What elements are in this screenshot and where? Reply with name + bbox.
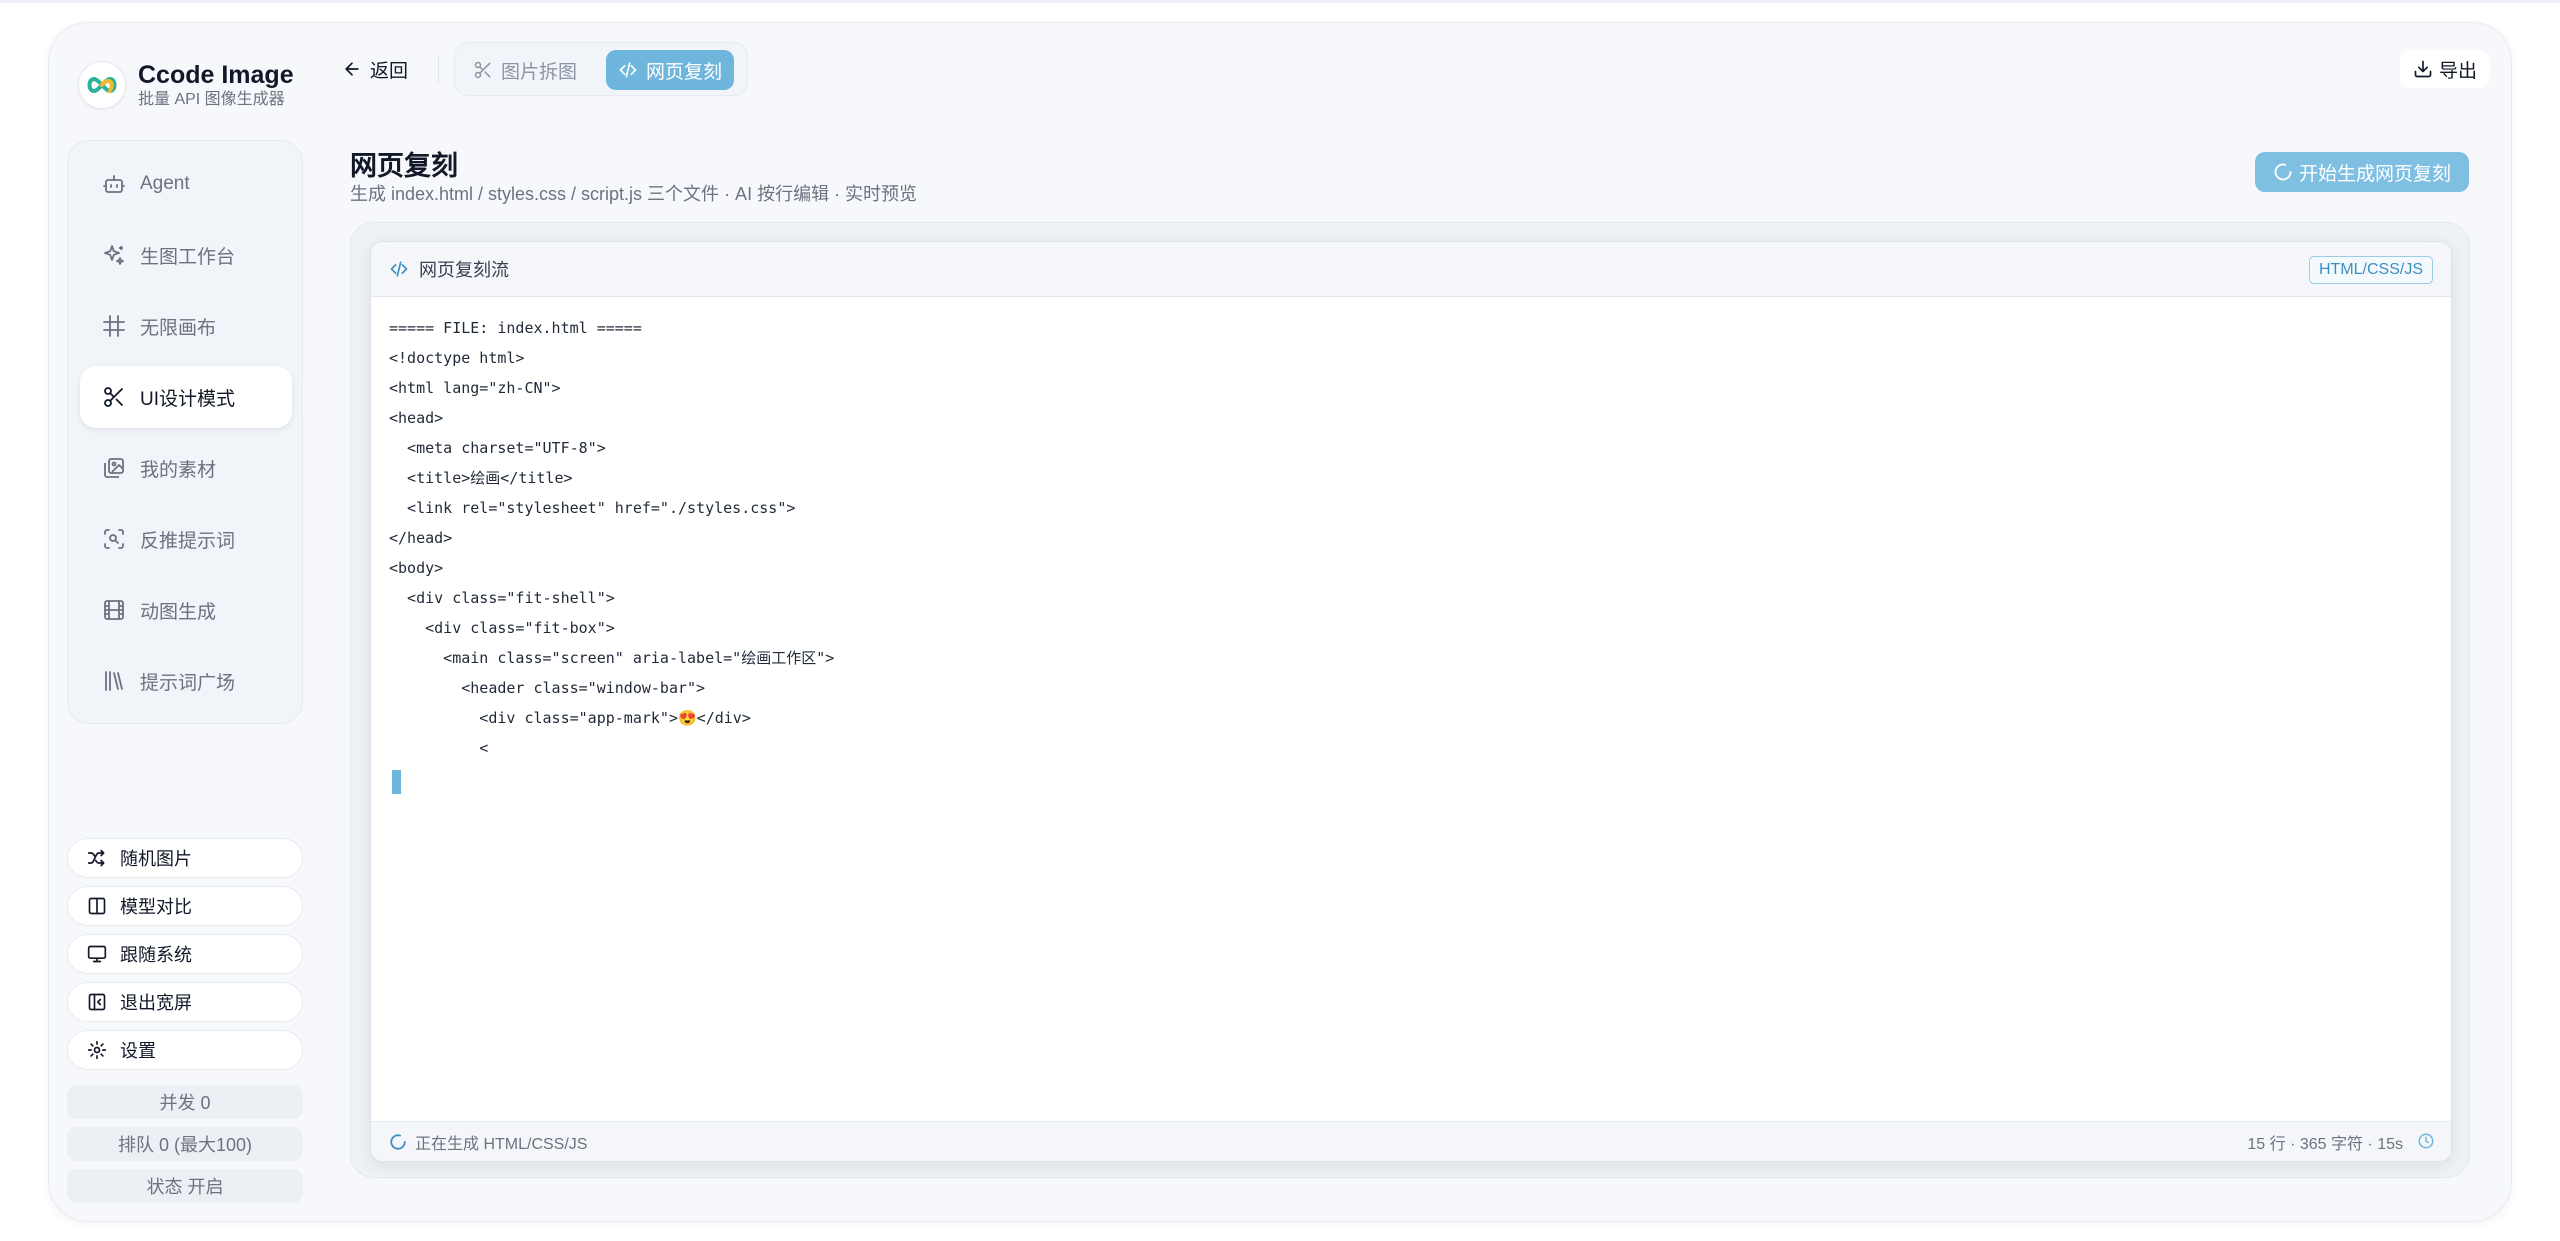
sidebar-item-reverse-prompt[interactable]: 反推提示词 [80, 508, 292, 570]
editor-footer: 正在生成 HTML/CSS/JS 15 行 · 365 字符 · 15s [371, 1121, 2451, 1161]
tab-web-replicate[interactable]: 网页复刻 [606, 50, 735, 90]
format-badge: HTML/CSS/JS [2308, 256, 2433, 284]
top-edge-line [0, 0, 2560, 3]
sidebar-item-generate-workbench[interactable]: 生图工作台 [80, 224, 292, 286]
tab-label: 网页复刻 [646, 61, 723, 83]
arrow-left-icon [342, 59, 362, 79]
code-stream-panel: 网页复刻流 HTML/CSS/JS ===== FILE: index.html… [370, 241, 2452, 1162]
tab-image-split[interactable]: 图片拆图 [461, 50, 589, 90]
follow-system-button[interactable]: 跟随系统 [67, 934, 303, 974]
start-generate-label: 开始生成网页复刻 [2298, 163, 2451, 185]
columns-icon [86, 895, 108, 917]
sidebar-item-agent[interactable]: Agent [80, 153, 292, 215]
typing-cursor [392, 770, 401, 794]
code-line: <head> [389, 409, 444, 427]
editor-header: 网页复刻流 HTML/CSS/JS [371, 242, 2451, 297]
sidebar-nav: Agent 生图工作台 无限画布 UI设计模式 我的素材 反推提示词 动图生成 … [67, 140, 303, 724]
scissors-icon [100, 383, 128, 411]
random-image-button[interactable]: 随机图片 [67, 838, 303, 878]
loading-spinner-icon [389, 1133, 407, 1151]
code-line: <div class="app-mark">😍</div> [389, 709, 751, 727]
exit-widescreen-label: 退出宽屏 [120, 993, 192, 1013]
code-line: <html lang="zh-CN"> [389, 379, 561, 397]
scissors-icon [473, 60, 493, 80]
queue-status: 排队 0 (最大100) [67, 1127, 303, 1161]
stream-stats: 15 行 · 365 字符 · 15s [2247, 1135, 2403, 1153]
page-subtitle: 生成 index.html / styles.css / script.js 三… [350, 184, 918, 204]
divider [438, 55, 439, 83]
mode-switch: 图片拆图 网页复刻 [454, 42, 748, 96]
code-line: ===== FILE: index.html ===== [389, 319, 642, 337]
image-stack-icon [100, 454, 128, 482]
code-output[interactable]: ===== FILE: index.html ===== <!doctype h… [389, 313, 2433, 763]
back-button[interactable]: 返回 [342, 52, 408, 86]
sidebar-item-infinite-canvas[interactable]: 无限画布 [80, 295, 292, 357]
model-compare-button[interactable]: 模型对比 [67, 886, 303, 926]
sidebar-item-label: 生图工作台 [140, 246, 236, 268]
sidebar-item-label: 无限画布 [140, 317, 217, 339]
state-status: 状态 开启 [67, 1169, 303, 1203]
code-icon [618, 60, 638, 80]
download-icon [2413, 59, 2433, 79]
sidebar-item-label: 我的素材 [140, 459, 217, 481]
model-compare-label: 模型对比 [120, 897, 192, 917]
sparkles-icon [100, 241, 128, 269]
panel-collapse-icon [86, 991, 108, 1013]
film-icon [100, 596, 128, 624]
code-icon [389, 259, 409, 279]
monitor-icon [86, 943, 108, 965]
clock-icon [2417, 1132, 2435, 1150]
app-title: Ccode Image [138, 61, 294, 89]
robot-icon [100, 170, 128, 198]
export-label: 导出 [2438, 60, 2477, 82]
follow-system-label: 跟随系统 [120, 945, 192, 965]
gear-icon [86, 1039, 108, 1061]
sidebar-item-animation[interactable]: 动图生成 [80, 579, 292, 641]
editor-title: 网页复刻流 [419, 260, 509, 280]
start-generate-button[interactable]: 开始生成网页复刻 [2255, 152, 2469, 192]
code-line: <meta charset="UTF-8"> [389, 439, 606, 457]
sidebar-item-label: UI设计模式 [140, 388, 236, 410]
sidebar-item-label: 提示词广场 [140, 672, 236, 694]
code-line: <div class="fit-box"> [389, 619, 615, 637]
code-line: <div class="fit-shell"> [389, 589, 615, 607]
code-line: <title>绘画</title> [389, 469, 573, 487]
settings-button[interactable]: 设置 [67, 1030, 303, 1070]
sidebar-item-label: 反推提示词 [140, 530, 236, 552]
sidebar-item-label: 动图生成 [140, 601, 217, 623]
code-line: < [389, 739, 489, 757]
app-subtitle: 批量 API 图像生成器 [138, 91, 285, 108]
code-line: <body> [389, 559, 444, 577]
tab-label: 图片拆图 [501, 61, 578, 83]
loading-spinner-icon [2273, 162, 2293, 182]
sidebar-item-prompt-square[interactable]: 提示词广场 [80, 650, 292, 712]
brand: Ccode Image 批量 API 图像生成器 [78, 58, 294, 112]
generation-status: 正在生成 HTML/CSS/JS [415, 1135, 588, 1153]
sidebar-item-my-assets[interactable]: 我的素材 [80, 437, 292, 499]
settings-label: 设置 [120, 1041, 156, 1061]
page-title: 网页复刻 [350, 151, 458, 181]
sidebar-item-label: Agent [140, 173, 190, 194]
code-line: <header class="window-bar"> [389, 679, 706, 697]
code-line: <!doctype html> [389, 349, 525, 367]
shuffle-icon [86, 847, 108, 869]
library-icon [100, 667, 128, 695]
random-image-label: 随机图片 [120, 849, 192, 869]
code-line: <main class="screen" aria-label="绘画工作区"> [389, 649, 835, 667]
infinity-logo-icon [78, 61, 126, 109]
exit-widescreen-button[interactable]: 退出宽屏 [67, 982, 303, 1022]
back-label: 返回 [370, 60, 409, 82]
export-button[interactable]: 导出 [2400, 50, 2490, 88]
scan-search-icon [100, 525, 128, 553]
hash-grid-icon [100, 312, 128, 340]
code-line: <link rel="stylesheet" href="./styles.cs… [389, 499, 796, 517]
concurrency-status: 并发 0 [67, 1085, 303, 1119]
code-line: </head> [389, 529, 453, 547]
sidebar-item-ui-design-mode[interactable]: UI设计模式 [80, 366, 292, 428]
